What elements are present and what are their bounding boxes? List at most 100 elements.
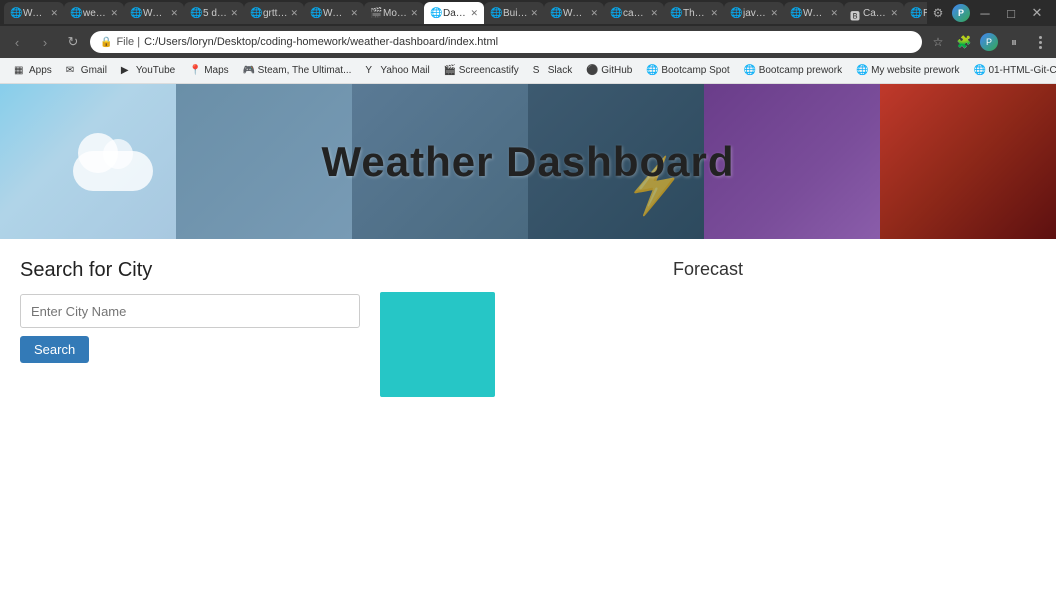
my-website-icon: 🌐 (856, 65, 868, 77)
yahoo-icon: Y (365, 65, 377, 77)
bookmark-star-icon[interactable]: ☆ (928, 32, 948, 52)
bookmark-my-website[interactable]: 🌐 My website prework (850, 63, 965, 79)
bookmark-github-label: GitHub (601, 65, 632, 76)
extensions-icon[interactable]: ⚙ (928, 3, 948, 23)
maximize-button[interactable]: □ (1000, 2, 1022, 24)
apps-icon: ▦ (14, 65, 26, 77)
tab-4-close[interactable]: ✕ (230, 8, 238, 19)
screencastify-icon: 🎬 (444, 65, 456, 77)
youtube-icon: ▶ (121, 65, 133, 77)
tab-12-favicon: 🌐 (670, 8, 680, 18)
tab-2-label: weath... (83, 8, 107, 19)
tab-7[interactable]: 🎬 Movie 1... ✕ (364, 2, 424, 24)
search-button[interactable]: Search (20, 336, 89, 363)
cloud-body (73, 151, 153, 191)
bookmark-bootcamp-prework[interactable]: 🌐 Bootcamp prework (738, 63, 848, 79)
forecast-section: Forecast (380, 259, 1036, 397)
profile-avatar[interactable]: P (952, 4, 970, 22)
tab-3-close[interactable]: ✕ (170, 8, 178, 19)
tab-1[interactable]: 🌐 Weathe... ✕ (4, 2, 64, 24)
bookmarks-bar: ▦ Apps ✉ Gmail ▶ YouTube 📍 Maps 🎮 Steam,… (0, 58, 1056, 84)
tab-14-close[interactable]: ✕ (830, 8, 838, 19)
tab-13[interactable]: 🌐 javascri... ✕ (724, 2, 784, 24)
tab-8-favicon: 🌐 (430, 8, 440, 18)
tab-10[interactable]: 🌐 Weathe... ✕ (544, 2, 604, 24)
tab-5-close[interactable]: ✕ (290, 8, 298, 19)
tab-6[interactable]: 🌐 Weathe... ✕ (304, 2, 364, 24)
tab-3[interactable]: 🌐 Weathe... ✕ (124, 2, 184, 24)
tab-8-close[interactable]: ✕ (470, 8, 478, 19)
weather-banner: ⚡ Weather Dashboard (0, 84, 1056, 239)
tab-4[interactable]: 🌐 5 day f... ✕ (184, 2, 244, 24)
bookmark-gmail[interactable]: ✉ Gmail (60, 63, 113, 79)
bookmark-bootcamp-spot-label: Bootcamp Spot (661, 65, 729, 76)
tab-1-close[interactable]: ✕ (50, 8, 58, 19)
tab-7-label: Movie 1... (383, 8, 407, 19)
address-path: C:/Users/loryn/Desktop/coding-homework/w… (144, 36, 498, 48)
bookmark-steam[interactable]: 🎮 Steam, The Ultimat... (237, 63, 358, 79)
tab-9[interactable]: 🌐 Build W... ✕ (484, 2, 544, 24)
menu-dot-2 (1039, 41, 1042, 44)
tab-15-close[interactable]: ✕ (890, 8, 898, 19)
tab-6-close[interactable]: ✕ (350, 8, 358, 19)
tab-2[interactable]: 🌐 weath... ✕ (64, 2, 124, 24)
close-button[interactable]: ✕ (1026, 2, 1048, 24)
tab-13-label: javascri... (743, 8, 767, 19)
bookmark-maps[interactable]: 📍 Maps (183, 63, 234, 79)
tab-7-close[interactable]: ✕ (410, 8, 418, 19)
tab-bar: 🌐 Weathe... ✕ 🌐 weath... ✕ 🌐 Weathe... ✕… (0, 0, 1056, 26)
tab-12[interactable]: 🌐 The Wi... ✕ (664, 2, 724, 24)
bookmark-yahoo[interactable]: Y Yahoo Mail (359, 63, 435, 79)
back-button[interactable]: ‹ (6, 31, 28, 53)
browser-chrome: 🌐 Weathe... ✕ 🌐 weath... ✕ 🌐 Weathe... ✕… (0, 0, 1056, 84)
gmail-icon: ✉ (66, 65, 78, 77)
tab-5-favicon: 🌐 (250, 8, 260, 18)
tab-2-close[interactable]: ✕ (110, 8, 118, 19)
extensions-button[interactable]: 🧩 (954, 32, 974, 52)
bookmark-steam-label: Steam, The Ultimat... (258, 65, 352, 76)
bookmark-bootcamp-spot[interactable]: 🌐 Bootcamp Spot (640, 63, 735, 79)
tab-11-label: cannon... (623, 8, 647, 19)
tab-9-favicon: 🌐 (490, 8, 500, 18)
bookmark-youtube[interactable]: ▶ YouTube (115, 63, 181, 79)
minimize-button[interactable]: ─ (974, 2, 996, 24)
sync-icon[interactable]: ⏸ (1004, 32, 1024, 52)
bookmark-gmail-label: Gmail (81, 65, 107, 76)
tab-4-favicon: 🌐 (190, 8, 200, 18)
tab-8-label: Dashbo... (443, 8, 467, 19)
tab-16[interactable]: 🌐 RayKu... ✕ (904, 2, 927, 24)
tab-11[interactable]: 🌐 cannon... ✕ (604, 2, 664, 24)
forward-button[interactable]: › (34, 31, 56, 53)
bookmark-slack[interactable]: S Slack (527, 63, 578, 79)
tab-7-favicon: 🎬 (370, 8, 380, 18)
bookmark-github[interactable]: ⚫ GitHub (580, 63, 638, 79)
menu-dot-1 (1039, 36, 1042, 39)
bookmark-slack-label: Slack (548, 65, 572, 76)
tab-15[interactable]: 🅱 Cards ... ✕ (844, 2, 904, 24)
tab-16-favicon: 🌐 (910, 8, 920, 18)
tab-5[interactable]: 🌐 grttng ✕ (244, 2, 304, 24)
tab-10-close[interactable]: ✕ (590, 8, 598, 19)
tab-12-close[interactable]: ✕ (710, 8, 718, 19)
tab-11-close[interactable]: ✕ (650, 8, 658, 19)
profile-icon[interactable]: P (980, 33, 998, 51)
tab-5-label: grttng (263, 8, 287, 19)
address-prefix: File | (116, 36, 140, 48)
city-search-input[interactable] (20, 294, 360, 328)
tab-14[interactable]: 🌐 Weathe... ✕ (784, 2, 844, 24)
tab-3-label: Weathe... (143, 8, 167, 19)
menu-dot-3 (1039, 46, 1042, 49)
tab-14-favicon: 🌐 (790, 8, 800, 18)
tab-15-favicon: 🅱 (850, 8, 860, 18)
reload-button[interactable]: ↻ (62, 31, 84, 53)
bookmark-apps[interactable]: ▦ Apps (8, 63, 58, 79)
bookmark-maps-label: Maps (204, 65, 228, 76)
bookmark-screencastify[interactable]: 🎬 Screencastify (438, 63, 525, 79)
address-bar[interactable]: 🔒 File | C:/Users/loryn/Desktop/coding-h… (90, 31, 922, 53)
tab-13-close[interactable]: ✕ (770, 8, 778, 19)
tab-2-favicon: 🌐 (70, 8, 80, 18)
chrome-menu-button[interactable] (1030, 32, 1050, 52)
tab-8-active[interactable]: 🌐 Dashbo... ✕ (424, 2, 484, 24)
bookmark-html-git[interactable]: 🌐 01-HTML-Git-CSS-... (967, 63, 1056, 79)
tab-9-close[interactable]: ✕ (530, 8, 538, 19)
